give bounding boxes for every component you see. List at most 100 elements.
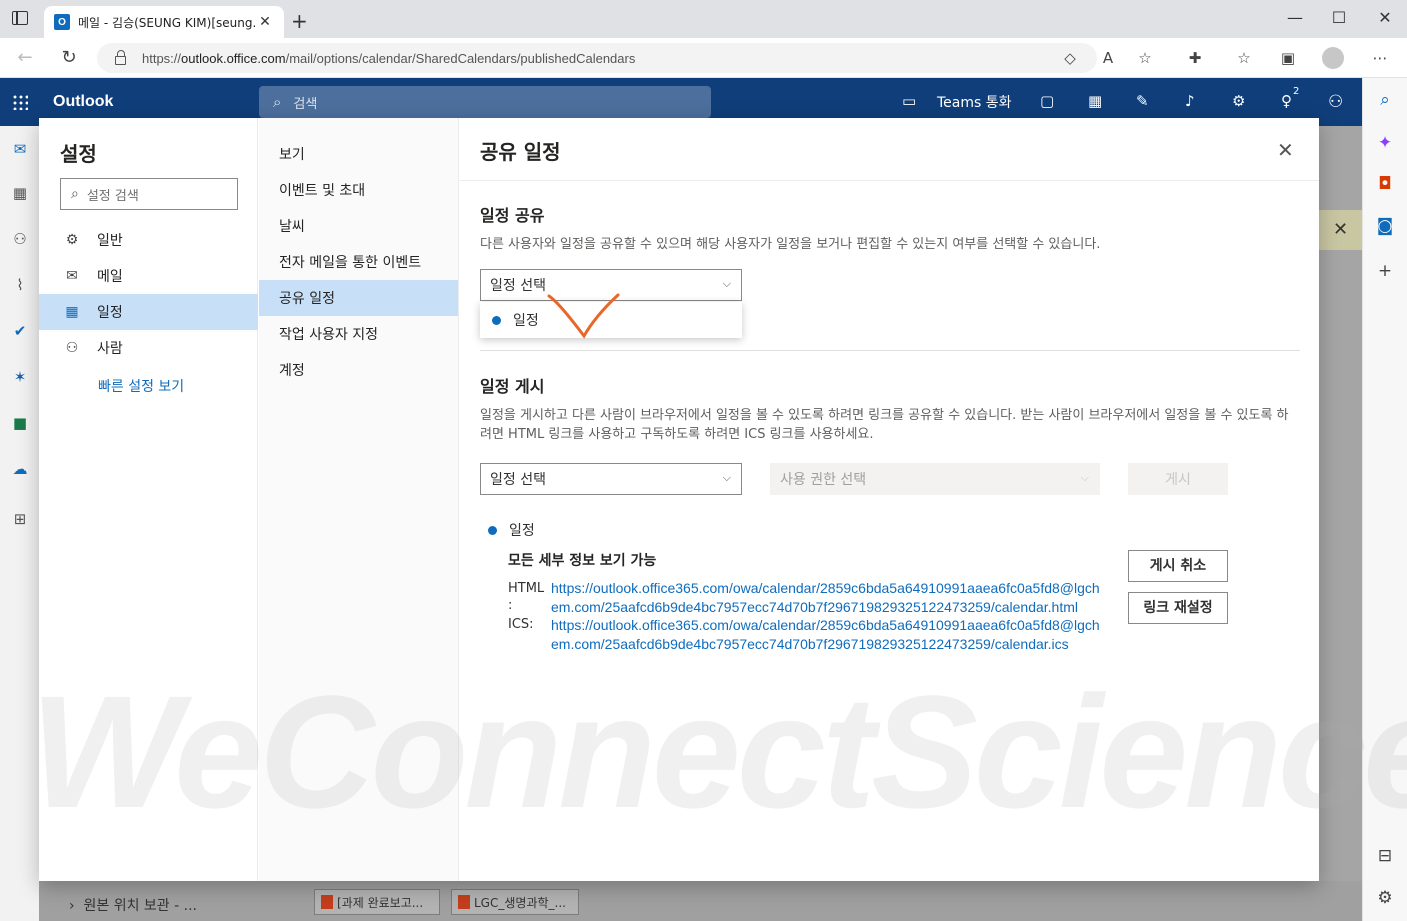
dismiss-notice-icon[interactable]: ✕ [1319, 210, 1362, 250]
collections-icon[interactable]: ▣ [1277, 49, 1299, 67]
permission-select[interactable]: 사용 권한 선택 ⌵ [770, 463, 1100, 495]
todo-icon[interactable]: ✎ [1136, 92, 1149, 110]
settings-gear-icon[interactable]: ⚙ [1232, 92, 1245, 110]
gear-icon: ⚙ [65, 232, 79, 248]
office-sidebar-icon[interactable]: ◘ [1375, 174, 1395, 194]
teams-call-button[interactable]: Teams 통화 [937, 92, 1012, 112]
unpublish-button[interactable]: 게시 취소 [1128, 550, 1228, 582]
category-label: 메일 [97, 269, 123, 285]
chat-icon[interactable]: ▢ [1040, 92, 1054, 110]
outlook-brand: Outlook [53, 93, 114, 110]
publish-heading: 일정 게시 [480, 377, 545, 396]
tab-actions-icon[interactable] [12, 11, 28, 25]
app-launcher-icon[interactable] [12, 94, 28, 110]
people-icon: ⚇ [65, 340, 79, 356]
category-mail[interactable]: ✉ 메일 [39, 258, 258, 294]
publish-description: 일정을 게시하고 다른 사람이 브라우저에서 일정을 볼 수 있도록 하려면 링… [480, 408, 1289, 442]
settings-search-input[interactable]: ⌕ 설정 검색 [60, 178, 238, 210]
outlook-bottom-bar: › 원본 위치 보관 - ... [과제 완료보고... LGC_생명과학_..… [39, 881, 1362, 921]
mail-icon: ✉ [66, 268, 78, 284]
edge-sidebar: ⌕ ✦ ◘ ◙ + ⊟ ⚙ [1362, 78, 1407, 921]
tips-badge: 2 [1293, 86, 1300, 97]
sidebar-settings-icon[interactable]: ⚙ [1375, 888, 1395, 908]
html-link[interactable]: https://outlook.office365.com/owa/calend… [551, 579, 1101, 616]
share-description: 다른 사용자와 일정을 공유할 수 있으며 해당 사용자가 일정을 보거나 편집… [480, 237, 1101, 252]
outlook-reading-strip: ✕ [1319, 126, 1362, 881]
account-icon[interactable]: ⚇ [1328, 92, 1343, 112]
share-heading: 일정 공유 [480, 206, 545, 225]
page-title: 공유 일정 [480, 140, 561, 164]
more-apps-icon[interactable]: ⊞ [10, 510, 30, 530]
category-people[interactable]: ⚇ 사람 [39, 330, 258, 366]
files-app-icon[interactable]: ⌇ [10, 276, 30, 296]
video-icon[interactable]: ▭ [902, 92, 916, 110]
subcategory-events-from-email[interactable]: 전자 메일을 통한 이벤트 [259, 244, 458, 280]
close-tab-icon[interactable]: ✕ [256, 14, 274, 30]
ics-link-label: ICS: [508, 617, 534, 632]
subcategory-weather[interactable]: 날씨 [259, 208, 458, 244]
refresh-icon[interactable]: ↻ [57, 47, 81, 68]
chevron-down-icon: ⌵ [722, 277, 731, 290]
permission-level: 모든 세부 정보 보기 가능 [508, 553, 657, 569]
reader-view-icon[interactable]: ◇ [1059, 49, 1081, 67]
bookings-app-icon[interactable]: ■ [10, 414, 30, 434]
maximize-icon[interactable]: ☐ [1324, 8, 1354, 27]
read-aloud-icon[interactable]: A [1097, 49, 1119, 67]
more-icon[interactable]: ⋯ [1369, 49, 1391, 67]
mail-app-icon[interactable]: ✉ [10, 140, 30, 160]
calendar-app-icon[interactable]: ▦ [10, 184, 30, 204]
publish-button[interactable]: 게시 [1128, 463, 1228, 495]
lightbulb-icon[interactable]: ♀ [1281, 92, 1292, 110]
close-icon[interactable]: ✕ [1277, 138, 1294, 162]
window-close-icon[interactable]: ✕ [1370, 8, 1400, 27]
header-divider [460, 180, 1319, 181]
subcategory-events-invitations[interactable]: 이벤트 및 초대 [259, 172, 458, 208]
address-bar[interactable]: https://outlook.office.com/mail/options/… [97, 43, 1097, 73]
attachment-chip[interactable]: [과제 완료보고... [314, 889, 440, 915]
subcategory-shared-calendars[interactable]: 공유 일정 [259, 280, 458, 316]
search-icon: ⌕ [273, 93, 282, 111]
quick-settings-link[interactable]: 빠른 설정 보기 [98, 376, 184, 396]
published-calendar: 일정 [488, 520, 535, 540]
chevron-down-icon: ⌵ [1080, 471, 1089, 484]
favorites-icon[interactable]: ☆ [1233, 49, 1255, 67]
extensions-icon[interactable]: ✚ [1184, 49, 1206, 67]
new-tab-icon[interactable]: + [291, 9, 308, 33]
onedrive-app-icon[interactable]: ☁ [10, 460, 30, 480]
people-app-icon[interactable]: ⚇ [10, 230, 30, 250]
settings-categories: 설정 ⌕ 설정 검색 ⚙ 일반 ✉ 메일 ▦ 일정 ⚇ 사람 빠른 설정 보기 [39, 118, 258, 881]
minimize-icon[interactable]: — [1280, 8, 1310, 27]
category-calendar[interactable]: ▦ 일정 [39, 294, 258, 330]
browser-toolbar: ← ↻ https://outlook.office.com/mail/opti… [0, 38, 1407, 78]
category-general[interactable]: ⚙ 일반 [39, 222, 258, 258]
copilot-icon[interactable]: ✦ [1375, 133, 1395, 153]
calendar-icon: ▦ [65, 304, 79, 320]
calendar-color-dot [492, 315, 501, 325]
subcategory-accounts[interactable]: 계정 [259, 352, 458, 388]
hide-sidebar-icon[interactable]: ⊟ [1375, 846, 1395, 866]
calendar-color-dot [488, 525, 497, 535]
subcategory-customize-actions[interactable]: 작업 사용자 지정 [259, 316, 458, 352]
add-favorite-icon[interactable]: ☆ [1134, 49, 1156, 67]
office-icon[interactable]: ▦ [1088, 92, 1102, 110]
browser-tab[interactable]: O 메일 - 김승(SEUNG KIM)[seung.k ✕ [44, 6, 284, 38]
subcategory-view[interactable]: 보기 [259, 136, 458, 172]
bell-icon[interactable]: ♪ [1185, 92, 1195, 110]
attachment-chip[interactable]: LGC_생명과학_... [451, 889, 579, 915]
chevron-down-icon: ⌵ [722, 471, 731, 484]
outlook-search-box[interactable]: ⌕ 검색 [259, 86, 711, 118]
publish-calendar-select[interactable]: 일정 선택 ⌵ [480, 463, 742, 495]
category-label: 일정 [97, 305, 123, 321]
yammer-app-icon[interactable]: ✶ [10, 368, 30, 388]
outlook-sidebar-icon[interactable]: ◙ [1375, 216, 1395, 236]
option-label: 일정 [513, 313, 539, 329]
browser-profile-avatar[interactable] [1322, 47, 1344, 69]
folder-item[interactable]: › 원본 위치 보관 - ... [69, 895, 197, 915]
back-icon[interactable]: ← [13, 47, 37, 68]
add-sidebar-app-icon[interactable]: + [1375, 261, 1395, 281]
ics-link[interactable]: https://outlook.office365.com/owa/calend… [551, 616, 1101, 653]
todo-app-icon[interactable]: ✔ [10, 322, 30, 342]
settings-title: 설정 [60, 142, 97, 166]
bing-search-icon[interactable]: ⌕ [1375, 90, 1395, 110]
reset-links-button[interactable]: 링크 재설정 [1128, 592, 1228, 624]
